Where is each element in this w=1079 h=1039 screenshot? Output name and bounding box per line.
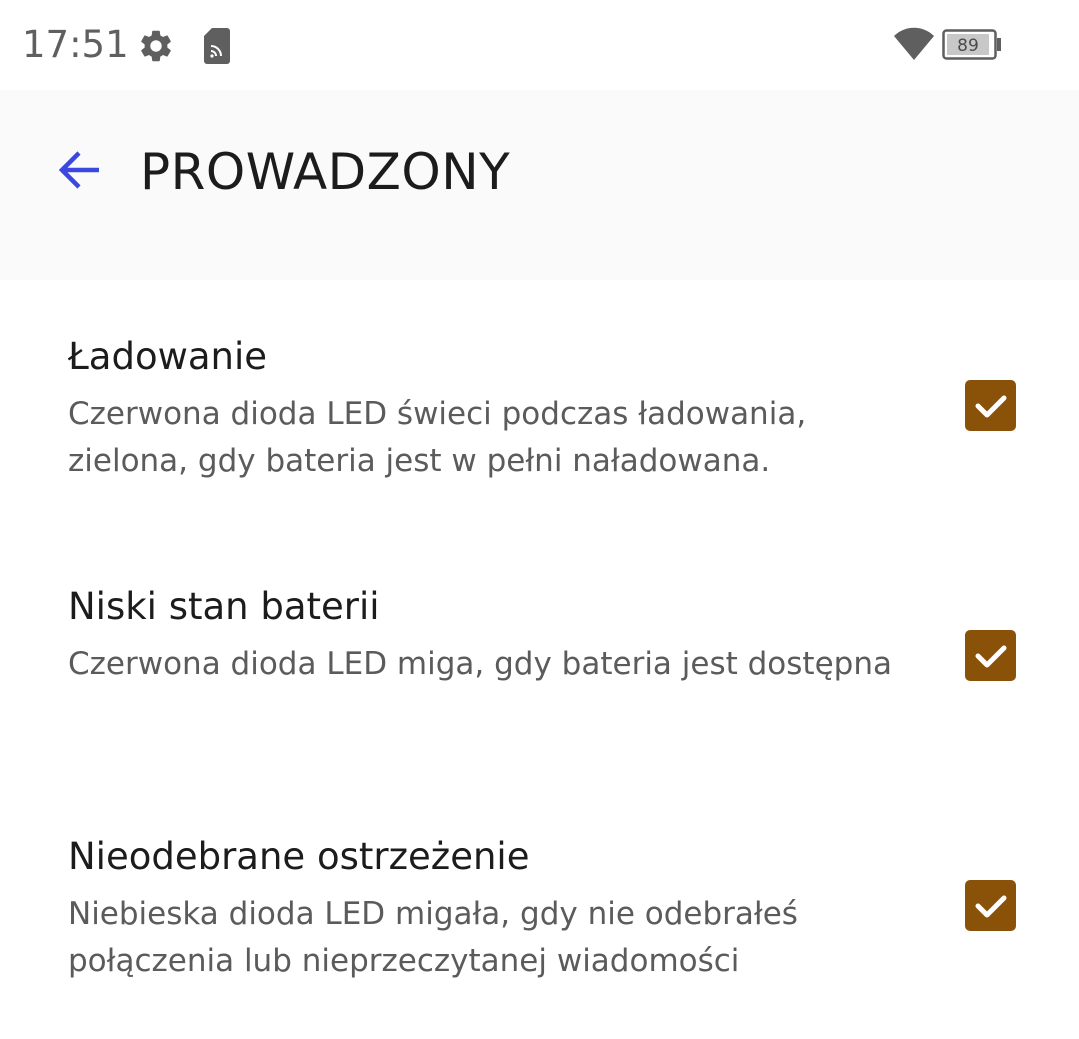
pref-summary: Niebieska dioda LED migała, gdy nie odeb…: [68, 896, 798, 979]
pref-low-battery[interactable]: Niski stan baterii Czerwona dioda LED mi…: [0, 580, 1079, 770]
status-bar: 17:51 89: [0, 0, 1079, 90]
settings-gear-icon: [137, 27, 175, 65]
pref-title: Ładowanie: [68, 335, 268, 378]
checkmark-icon: [975, 645, 1006, 667]
pref-summary: Czerwona dioda LED świeci podczas ładowa…: [68, 396, 807, 479]
toolbar: PROWADZONY: [0, 90, 1079, 280]
sd-card-icon: [203, 27, 231, 65]
low-battery-checkbox[interactable]: [965, 630, 1016, 681]
pref-missed-alert[interactable]: Nieodebrane ostrzeżenie Niebieska dioda …: [0, 830, 1079, 1020]
pref-charging[interactable]: Ładowanie Czerwona dioda LED świeci podc…: [0, 330, 1079, 520]
pref-title: Nieodebrane ostrzeżenie: [68, 835, 530, 878]
checkmark-icon: [975, 895, 1006, 917]
charging-checkbox[interactable]: [965, 380, 1016, 431]
page-title: PROWADZONY: [140, 143, 511, 201]
status-time: 17:51: [22, 23, 129, 66]
wifi-icon: [893, 27, 935, 61]
pref-summary: Czerwona dioda LED miga, gdy bateria jes…: [68, 646, 892, 682]
arrow-left-icon: [58, 151, 99, 189]
pref-title: Niski stan baterii: [68, 585, 380, 628]
battery-icon: 89: [942, 29, 1002, 61]
back-button[interactable]: [40, 130, 120, 210]
battery-level: 89: [957, 36, 979, 56]
checkmark-icon: [975, 395, 1006, 417]
missed-alert-checkbox[interactable]: [965, 880, 1016, 931]
